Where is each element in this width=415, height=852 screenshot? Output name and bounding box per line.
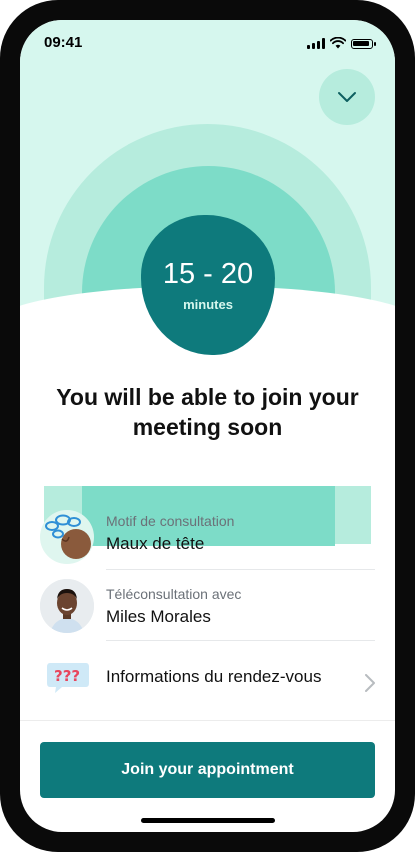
consultation-reason-row: Motif de consultation Maux de tête (40, 510, 375, 566)
home-indicator (141, 818, 275, 823)
consultation-reason-value: Maux de tête (106, 534, 205, 553)
divider (106, 640, 375, 641)
page-title: You will be able to join your meeting so… (56, 384, 359, 440)
battery-icon (351, 39, 376, 49)
divider (20, 720, 395, 721)
wifi-icon (330, 37, 346, 49)
practitioner-label: Téléconsultation avec (106, 586, 242, 602)
chevron-right-icon (365, 674, 375, 692)
appointment-info-label: Informations du rendez-vous (106, 667, 322, 686)
collapse-button[interactable] (319, 69, 375, 125)
practitioner-name: Miles Morales (106, 607, 211, 626)
consultation-reason-label: Motif de consultation (106, 513, 235, 529)
wait-time-range: 15 - 20 (162, 258, 254, 290)
signal-icon (307, 38, 325, 49)
appointment-info-row[interactable]: ??? Informations du rendez-vous (40, 659, 375, 699)
avatar (40, 579, 94, 633)
question-bubble-icon: ??? (46, 659, 90, 695)
status-icons (307, 37, 376, 49)
wait-time-unit: minutes (183, 297, 233, 312)
chevron-down-icon (338, 92, 356, 102)
svg-text:???: ??? (54, 667, 80, 685)
divider (106, 569, 375, 570)
status-bar: 09:41 (20, 20, 395, 66)
headache-icon (40, 510, 94, 564)
join-appointment-button[interactable]: Join your appointment (40, 742, 375, 798)
practitioner-row: Téléconsultation avec Miles Morales (40, 577, 375, 637)
phone-frame: 09:41 15 - 20 minutes You will be able t… (0, 0, 415, 852)
status-time: 09:41 (44, 34, 83, 51)
screen: 09:41 15 - 20 minutes You will be able t… (20, 20, 395, 832)
